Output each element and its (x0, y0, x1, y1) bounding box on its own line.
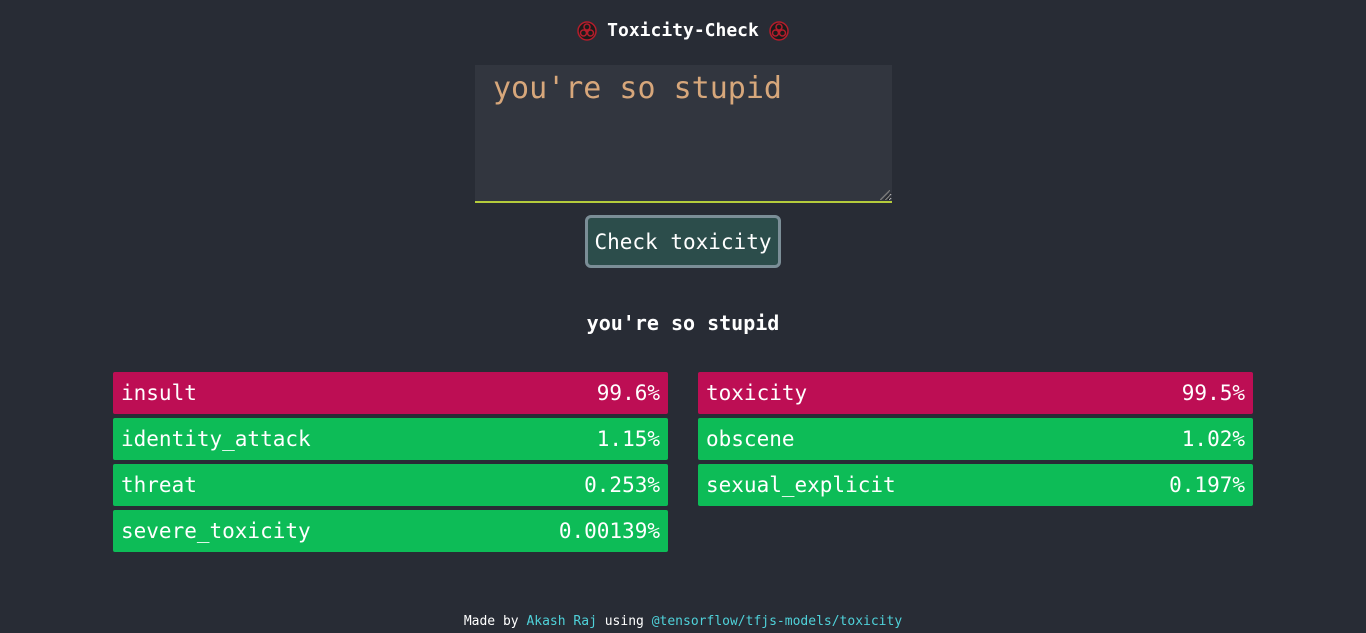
result-row-insult: insult 99.6% (113, 372, 668, 414)
result-row-threat: threat 0.253% (113, 464, 668, 506)
results-right-column: toxicity 99.5% obscene 1.02% sexual_expl… (698, 372, 1253, 510)
result-value: 1.02% (1181, 427, 1245, 451)
result-value: 99.5% (1181, 381, 1245, 405)
result-value: 0.00139% (558, 519, 660, 543)
result-row-severe-toxicity: severe_toxicity 0.00139% (113, 510, 668, 552)
analyzed-text: you're so stupid (586, 311, 780, 335)
hazard-icon (769, 20, 789, 41)
result-value: 99.6% (596, 381, 660, 405)
result-label: severe_toxicity (121, 519, 311, 543)
result-label: sexual_explicit (706, 473, 896, 497)
text-input[interactable] (475, 65, 892, 203)
app-header: Toxicity-Check (0, 20, 1366, 41)
library-link[interactable]: @tensorflow/tfjs-models/toxicity (652, 614, 902, 629)
result-value: 0.253% (584, 473, 660, 497)
result-label: threat (121, 473, 197, 497)
result-label: insult (121, 381, 197, 405)
author-link[interactable]: Akash Raj (526, 614, 596, 629)
result-label: identity_attack (121, 427, 311, 451)
result-row-obscene: obscene 1.02% (698, 418, 1253, 460)
hazard-icon (577, 20, 597, 41)
result-row-toxicity: toxicity 99.5% (698, 372, 1253, 414)
check-toxicity-button[interactable]: Check toxicity (585, 215, 781, 268)
result-label: toxicity (706, 381, 808, 405)
results-left-column: insult 99.6% identity_attack 1.15% threa… (113, 372, 668, 556)
footer-using: using (604, 614, 644, 629)
result-label: obscene (706, 427, 795, 451)
page-title: Toxicity-Check (607, 20, 759, 41)
result-row-identity-attack: identity_attack 1.15% (113, 418, 668, 460)
result-value: 0.197% (1169, 473, 1245, 497)
result-value: 1.15% (596, 427, 660, 451)
result-row-sexual-explicit: sexual_explicit 0.197% (698, 464, 1253, 506)
footer-made-by: Made by (463, 614, 519, 629)
footer: Made by Akash Raj using @tensorflow/tfjs… (0, 614, 1366, 629)
